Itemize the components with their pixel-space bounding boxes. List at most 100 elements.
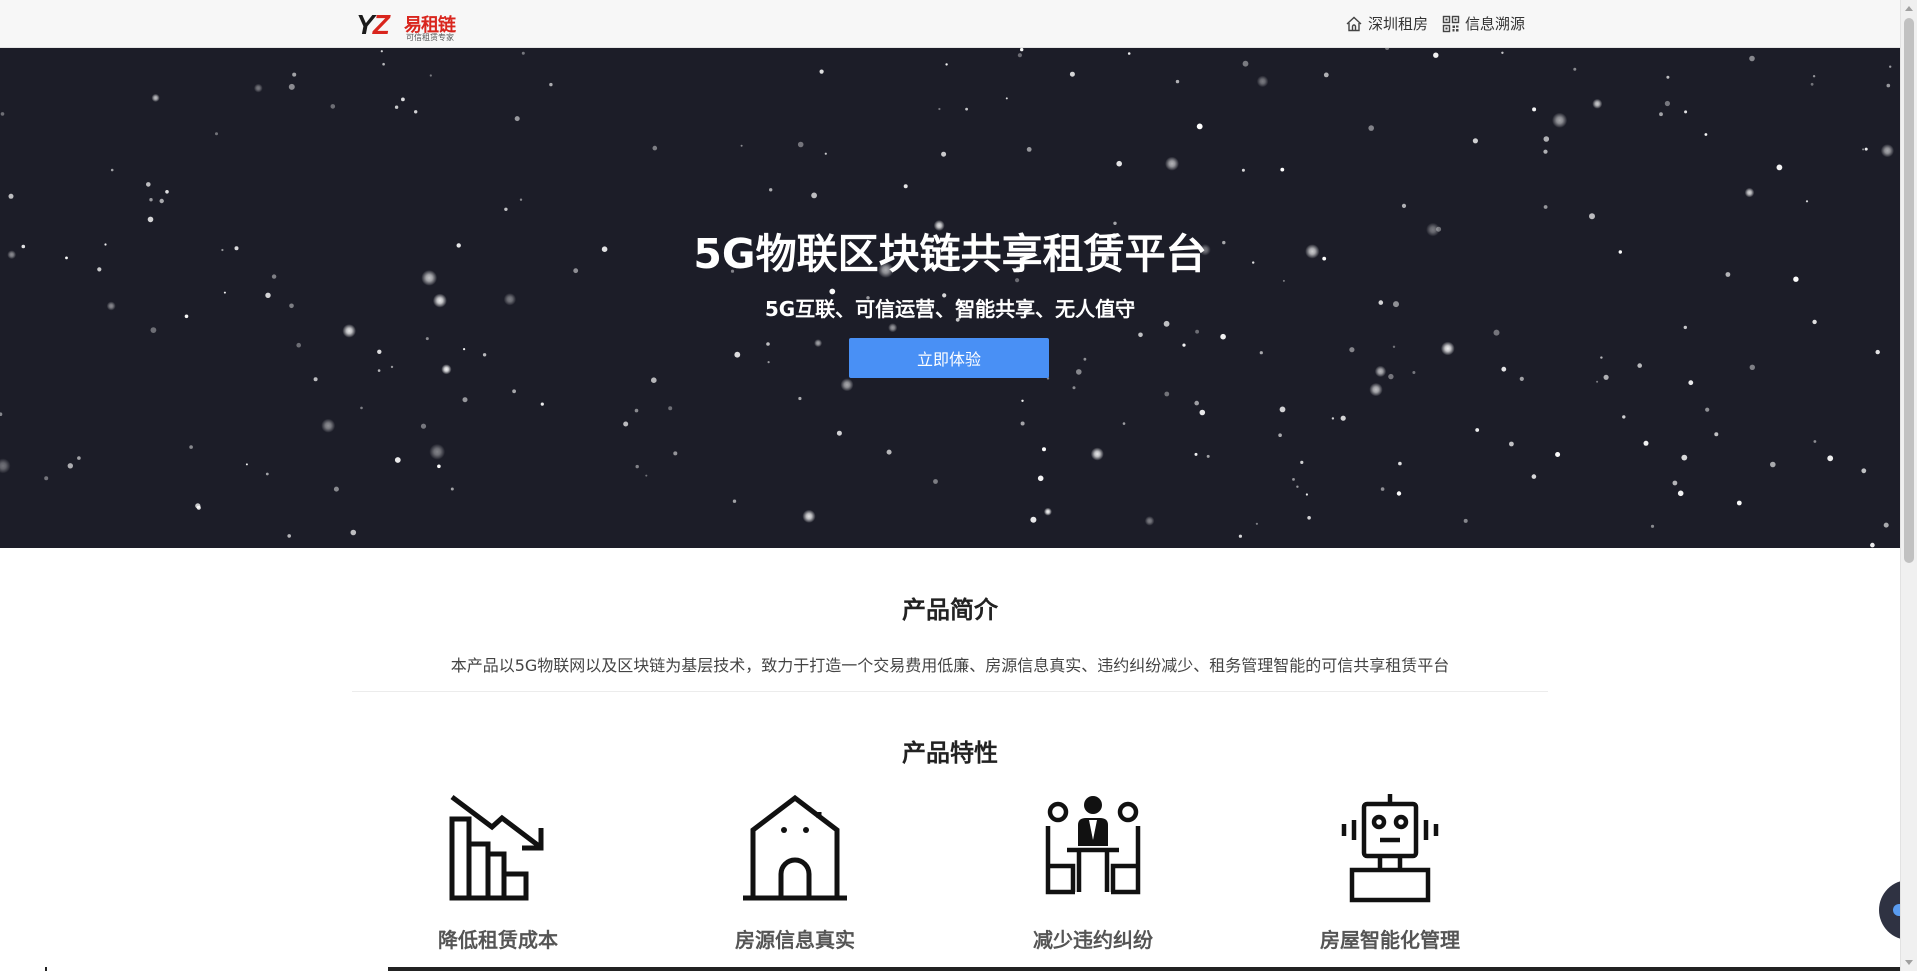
star bbox=[1861, 468, 1867, 474]
star bbox=[1650, 524, 1655, 528]
star bbox=[1030, 516, 1037, 523]
star bbox=[1138, 332, 1143, 338]
star bbox=[512, 389, 516, 394]
feature-label: 房源信息真实 bbox=[735, 928, 855, 952]
star bbox=[189, 445, 193, 449]
star bbox=[1770, 461, 1776, 468]
star bbox=[1349, 347, 1355, 353]
star bbox=[1380, 487, 1385, 491]
star bbox=[519, 198, 523, 201]
star bbox=[1622, 415, 1626, 419]
logo-mark: YZ bbox=[356, 10, 390, 40]
star bbox=[296, 342, 302, 348]
star bbox=[159, 198, 164, 204]
star bbox=[1493, 329, 1500, 336]
star bbox=[811, 192, 817, 199]
page: YZ 易租链 可信租赁专家 深圳租房 信息溯源 5G物联区块链共享租赁平台 5G… bbox=[0, 0, 1917, 971]
star bbox=[1531, 474, 1537, 479]
star bbox=[514, 116, 520, 122]
robot-icon bbox=[1341, 794, 1439, 903]
star bbox=[1122, 422, 1126, 425]
star bbox=[1021, 399, 1024, 402]
star bbox=[1543, 136, 1550, 142]
nav-item-info-trace[interactable]: 信息溯源 bbox=[1442, 13, 1525, 34]
star bbox=[1165, 156, 1179, 171]
star bbox=[1279, 406, 1286, 413]
star bbox=[1552, 112, 1568, 128]
star bbox=[350, 529, 357, 536]
star bbox=[1744, 187, 1755, 198]
star bbox=[110, 168, 114, 172]
star bbox=[1182, 343, 1186, 347]
star bbox=[196, 505, 201, 510]
star bbox=[1664, 100, 1670, 107]
star bbox=[1472, 138, 1478, 144]
star bbox=[1776, 164, 1783, 171]
scrollbar-thumb[interactable] bbox=[1904, 18, 1914, 563]
star bbox=[1704, 133, 1708, 136]
star bbox=[1870, 542, 1875, 548]
star bbox=[463, 348, 466, 351]
star bbox=[1282, 279, 1285, 282]
star bbox=[151, 93, 160, 102]
star bbox=[377, 369, 381, 372]
star bbox=[420, 423, 427, 429]
star bbox=[1862, 148, 1865, 151]
try-now-button[interactable]: 立即体验 bbox=[849, 338, 1049, 378]
star bbox=[245, 463, 248, 466]
star bbox=[1827, 455, 1834, 462]
star bbox=[965, 107, 968, 111]
star bbox=[1323, 72, 1329, 78]
star bbox=[652, 145, 658, 151]
star bbox=[1672, 480, 1678, 486]
star bbox=[288, 83, 295, 90]
star bbox=[67, 463, 74, 469]
star bbox=[1596, 380, 1599, 383]
top-navbar: YZ 易租链 可信租赁专家 深圳租房 信息溯源 bbox=[0, 0, 1900, 48]
page-scrollbar[interactable] bbox=[1900, 0, 1917, 971]
star bbox=[1255, 522, 1258, 525]
star bbox=[265, 472, 269, 476]
star bbox=[1026, 147, 1032, 152]
star bbox=[540, 402, 544, 406]
star bbox=[668, 406, 673, 411]
star bbox=[1440, 341, 1455, 356]
star bbox=[394, 105, 399, 109]
star bbox=[1076, 369, 1082, 375]
star bbox=[441, 364, 452, 375]
star bbox=[945, 63, 948, 66]
star bbox=[1307, 516, 1311, 520]
star bbox=[1683, 325, 1688, 330]
logo[interactable]: YZ 易租链 可信租赁专家 bbox=[356, 10, 456, 43]
star bbox=[1475, 428, 1480, 432]
star bbox=[1069, 71, 1075, 77]
star bbox=[1666, 75, 1670, 79]
star bbox=[394, 457, 401, 463]
nav-item-shenzhen-rent[interactable]: 深圳租房 bbox=[1345, 13, 1428, 34]
star bbox=[1090, 447, 1104, 461]
star bbox=[802, 509, 816, 523]
star bbox=[635, 464, 639, 469]
star bbox=[1810, 82, 1814, 86]
star bbox=[634, 408, 639, 413]
star bbox=[313, 377, 318, 382]
star bbox=[333, 486, 339, 492]
star bbox=[165, 190, 169, 194]
star bbox=[215, 132, 218, 136]
star bbox=[1501, 51, 1504, 54]
nav-item-label: 深圳租房 bbox=[1367, 15, 1428, 33]
star bbox=[1388, 373, 1394, 380]
star bbox=[645, 474, 648, 477]
star bbox=[1280, 167, 1285, 172]
scroll-up-arrow-icon[interactable] bbox=[1905, 6, 1913, 11]
star bbox=[1331, 417, 1335, 420]
nav-item-label: 信息溯源 bbox=[1464, 15, 1525, 33]
star bbox=[1043, 507, 1052, 516]
star bbox=[0, 458, 11, 474]
star bbox=[1296, 485, 1299, 488]
star bbox=[1684, 110, 1688, 114]
star bbox=[798, 396, 802, 401]
scroll-down-arrow-icon[interactable] bbox=[1905, 960, 1913, 965]
star bbox=[1292, 478, 1295, 481]
star bbox=[1501, 366, 1507, 372]
